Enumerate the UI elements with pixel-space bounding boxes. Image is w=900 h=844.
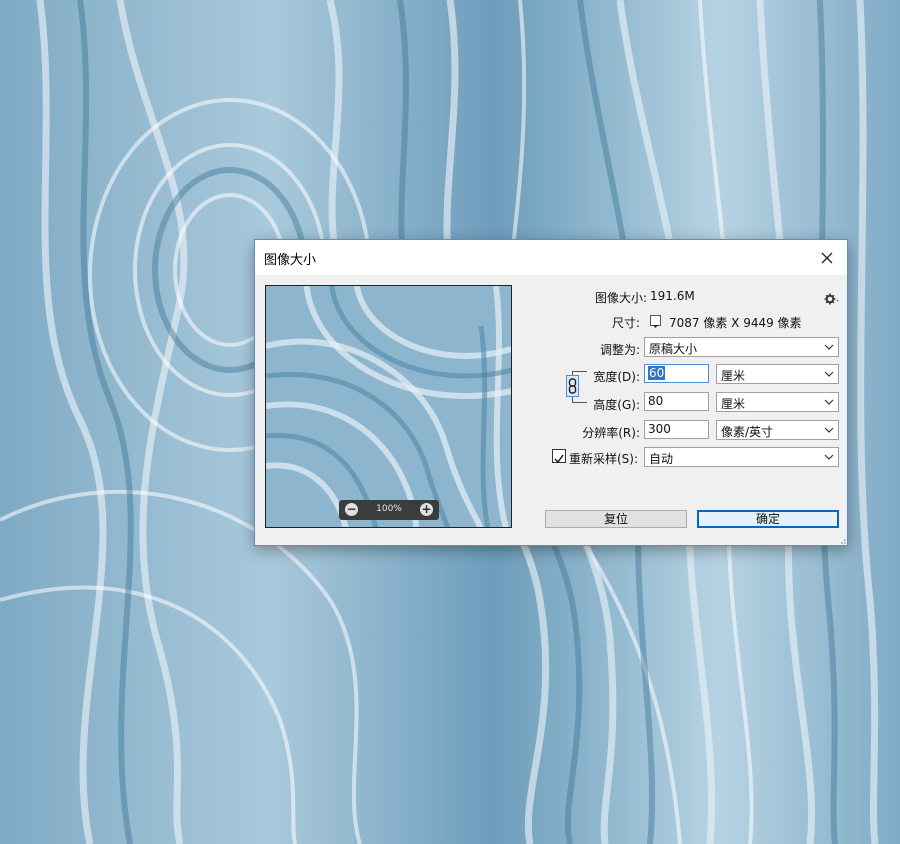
image-size-value: 191.6M xyxy=(650,289,695,303)
width-unit-select[interactable]: 厘米 xyxy=(716,364,839,384)
fit-to-label: 调整为: xyxy=(599,343,640,357)
resample-checkbox[interactable] xyxy=(552,449,566,464)
image-preview[interactable]: − 100% + xyxy=(265,285,512,528)
dialog-title: 图像大小 xyxy=(264,253,317,268)
height-value: 80 xyxy=(648,394,664,408)
image-size-label: 图像大小: xyxy=(594,291,647,305)
resample-method-value: 自动 xyxy=(649,452,674,466)
image-size-dialog: 图像大小 − 100% + 图像大小: 191.6M 尺寸: 7087 像素 X… xyxy=(254,239,848,546)
resolution-label: 分辨率(R): xyxy=(582,426,640,440)
height-input[interactable]: 80 xyxy=(644,392,709,411)
reset-button[interactable]: 复位 xyxy=(545,510,687,528)
resize-grip-icon[interactable] xyxy=(840,538,846,544)
settings-gear-button[interactable] xyxy=(824,290,840,309)
resolution-value: 300 xyxy=(648,422,671,436)
width-input[interactable]: 60 xyxy=(644,364,709,383)
close-icon xyxy=(821,252,833,263)
chevron-down-icon xyxy=(824,399,834,405)
chevron-down-icon xyxy=(824,454,834,460)
zoom-in-button[interactable]: + xyxy=(420,503,433,516)
width-value: 60 xyxy=(648,366,666,380)
width-label: 宽度(D): xyxy=(593,370,640,384)
plus-icon: + xyxy=(421,502,432,516)
height-unit-value: 厘米 xyxy=(721,397,746,411)
gear-icon xyxy=(824,293,839,305)
width-unit-value: 厘米 xyxy=(721,369,746,383)
chevron-down-icon xyxy=(824,427,834,433)
resample-label: 重新采样(S): xyxy=(569,452,639,466)
resolution-input[interactable]: 300 xyxy=(644,420,709,439)
close-button[interactable] xyxy=(807,240,847,275)
chevron-down-icon xyxy=(824,344,834,350)
constrain-proportions-button[interactable] xyxy=(566,375,579,397)
resolution-unit-value: 像素/英寸 xyxy=(721,425,774,439)
dimensions-label: 尺寸: xyxy=(611,316,640,330)
fit-to-select[interactable]: 原稿大小 xyxy=(644,337,839,357)
resample-method-select[interactable]: 自动 xyxy=(644,447,839,467)
resolution-unit-select[interactable]: 像素/英寸 xyxy=(716,420,839,440)
chain-link-icon xyxy=(568,378,577,394)
height-label: 高度(G): xyxy=(593,398,640,412)
dimensions-unit-dropdown[interactable] xyxy=(650,315,661,328)
dialog-titlebar: 图像大小 xyxy=(255,240,847,275)
ok-button[interactable]: 确定 xyxy=(697,510,839,528)
fit-to-value: 原稿大小 xyxy=(649,342,698,356)
zoom-control: − 100% + xyxy=(339,500,439,520)
chevron-down-icon xyxy=(824,371,834,377)
preview-image xyxy=(266,286,511,527)
triangle-down-icon xyxy=(653,325,658,328)
checkmark-icon xyxy=(554,454,564,464)
dimensions-value: 7087 像素 X 9449 像素 xyxy=(669,316,802,330)
height-unit-select[interactable]: 厘米 xyxy=(716,392,839,412)
